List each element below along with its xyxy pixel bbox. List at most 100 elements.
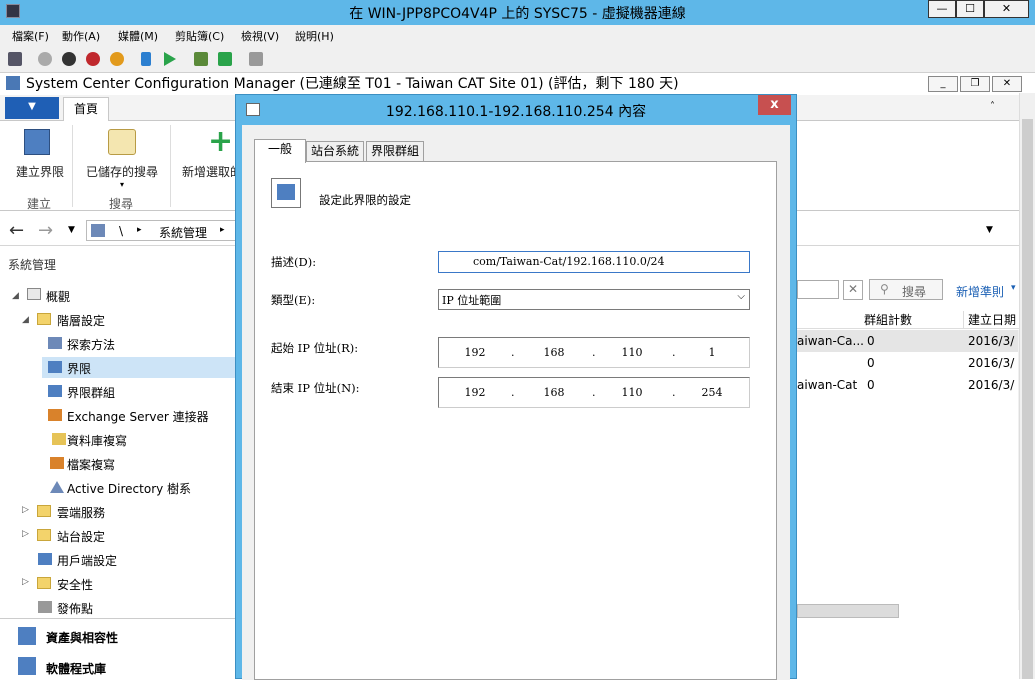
start-ip-octet-3[interactable]: 110 — [612, 346, 652, 359]
maximize-button[interactable]: ☐ — [956, 0, 984, 18]
address-dropdown-icon[interactable]: ▼ — [986, 225, 993, 235]
active-directory-icon — [50, 481, 64, 493]
description-field[interactable]: com/Taiwan-Cat/192.168.110.0/24 — [438, 251, 750, 273]
workspace-assets[interactable]: 資產與相容性 — [46, 629, 118, 646]
tree-item-boundaries[interactable]: 界限 — [67, 360, 91, 377]
end-ip-octet-3[interactable]: 110 — [612, 386, 652, 399]
shutdown-icon[interactable] — [86, 52, 100, 66]
tree-item-cloud[interactable]: 雲端服務 — [57, 504, 105, 521]
app-close-button[interactable]: ✕ — [992, 76, 1022, 92]
create-boundary-button[interactable]: 建立界限 — [8, 125, 68, 185]
folder-icon — [37, 577, 51, 589]
revert-icon[interactable] — [218, 52, 232, 66]
boundary-icon — [271, 178, 301, 208]
tree-item-distribution-points[interactable]: 發佈點 — [57, 600, 93, 617]
start-ip-octet-2[interactable]: 168 — [534, 346, 574, 359]
add-criteria-link[interactable]: 新增準則 — [956, 283, 1004, 300]
saved-searches-label: 已儲存的搜尋 — [86, 165, 159, 179]
column-created-date[interactable]: 建立日期 — [963, 311, 1016, 328]
dialog-close-button[interactable]: x — [758, 95, 791, 115]
breadcrumb-admin[interactable]: 系統管理 — [159, 224, 207, 241]
end-ip-octet-1[interactable]: 192 — [455, 386, 495, 399]
table-row[interactable]: 0 2016/3/ — [797, 352, 1035, 374]
app-minimize-button[interactable]: _ — [928, 76, 958, 92]
tab-site-systems[interactable]: 站台系統 — [306, 141, 364, 162]
add-selected-button[interactable]: + 新增選取的 — [178, 124, 242, 187]
menu-view[interactable]: 檢視(V) — [241, 28, 279, 44]
add-icon: + — [208, 124, 234, 159]
ribbon-separator — [72, 125, 73, 207]
expand-icon[interactable]: ▷ — [22, 529, 29, 539]
enhanced-session-icon[interactable] — [249, 52, 263, 66]
boundary-icon — [48, 361, 62, 373]
history-dropdown-icon[interactable]: ▼ — [68, 225, 75, 235]
group-search-label: 搜尋 — [109, 197, 134, 211]
tree-item-client-settings[interactable]: 用戶端設定 — [57, 552, 117, 569]
add-selected-label: 新增選取的 — [182, 165, 243, 179]
checkpoint-icon[interactable] — [194, 52, 208, 66]
file-menu-button[interactable]: ▼ — [5, 97, 59, 119]
software-library-icon — [18, 657, 36, 675]
app-restore-button[interactable]: ❐ — [960, 76, 990, 92]
cell-date: 2016/3/ — [968, 334, 1015, 348]
collapse-icon[interactable]: ◢ — [22, 315, 29, 325]
ctrl-alt-del-icon[interactable] — [8, 52, 22, 66]
expand-icon[interactable]: ▷ — [22, 505, 29, 515]
tree-item-db-replication[interactable]: 資料庫複寫 — [67, 432, 127, 449]
tree-item-hierarchy[interactable]: 階層設定 — [57, 312, 105, 329]
client-settings-icon — [38, 553, 52, 565]
tree-item-security[interactable]: 安全性 — [57, 576, 93, 593]
clear-search-button[interactable]: ✕ — [843, 280, 863, 300]
menu-action[interactable]: 動作(A) — [62, 28, 100, 44]
menu-help[interactable]: 說明(H) — [295, 28, 334, 44]
minimize-button[interactable]: — — [928, 0, 956, 18]
collapse-ribbon-icon[interactable]: ˄ — [990, 101, 995, 112]
search-button-label: 搜尋 — [902, 285, 927, 299]
workspace-software-library[interactable]: 軟體程式庫 — [46, 660, 106, 677]
tree-item-overview[interactable]: 概觀 — [46, 288, 70, 305]
search-button[interactable]: ⚲ 搜尋 — [869, 279, 943, 300]
resume-icon[interactable] — [164, 52, 176, 66]
tab-home[interactable]: 首頁 — [63, 97, 109, 122]
end-ip-octet-2[interactable]: 168 — [534, 386, 574, 399]
cell-count: 0 — [867, 356, 875, 370]
saved-searches-button[interactable]: 已儲存的搜尋 ▾ — [82, 125, 162, 189]
tab-boundary-groups[interactable]: 界限群組 — [366, 141, 424, 162]
end-ip-octet-4[interactable]: 254 — [692, 386, 732, 399]
close-button[interactable]: ✕ — [984, 0, 1029, 18]
scrollbar-thumb[interactable] — [1022, 119, 1033, 679]
search-input[interactable] — [797, 280, 839, 299]
breadcrumb: \ ▸ 系統管理 ▸ — [86, 220, 236, 241]
menu-file[interactable]: 檔案(F) — [12, 28, 49, 44]
app-icon — [6, 76, 20, 90]
menu-clipboard[interactable]: 剪貼簿(C) — [175, 28, 224, 44]
tree-item-site-config[interactable]: 站台設定 — [57, 528, 105, 545]
cell-count: 0 — [867, 334, 875, 348]
back-arrow-icon[interactable]: ← — [9, 220, 24, 241]
horizontal-scrollbar[interactable] — [797, 604, 899, 618]
start-icon[interactable] — [38, 52, 52, 66]
collapse-icon[interactable]: ◢ — [12, 291, 19, 301]
type-select[interactable]: IP 位址範圍 ⌵ — [438, 289, 750, 310]
start-ip-octet-4[interactable]: 1 — [692, 346, 732, 359]
column-group-count[interactable]: 群組計數 — [864, 311, 912, 328]
tree-item-ad-forests[interactable]: Active Directory 樹系 — [67, 480, 191, 497]
start-ip-octet-1[interactable]: 192 — [455, 346, 495, 359]
save-icon[interactable] — [110, 52, 124, 66]
pause-icon[interactable] — [141, 52, 151, 66]
start-ip-field[interactable]: 192 . 168 . 110 . 1 — [438, 337, 750, 368]
turn-off-icon[interactable] — [62, 52, 76, 66]
expand-icon[interactable]: ▷ — [22, 577, 29, 587]
table-row[interactable]: aiwan-Ca... 0 2016/3/ — [797, 330, 1035, 352]
tree-item-file-replication[interactable]: 檔案複寫 — [67, 456, 115, 473]
tree-item-discovery[interactable]: 探索方法 — [67, 336, 115, 353]
breadcrumb-separator[interactable]: \ — [119, 224, 123, 238]
vm-vertical-scrollbar[interactable] — [1019, 93, 1035, 679]
tab-general[interactable]: 一般 — [254, 139, 306, 163]
tree-item-exchange[interactable]: Exchange Server 連接器 — [67, 408, 209, 425]
tree-item-boundary-groups[interactable]: 界限群組 — [67, 384, 115, 401]
menu-media[interactable]: 媒體(M) — [118, 28, 158, 44]
table-row[interactable]: aiwan-Cat 0 2016/3/ — [797, 374, 1035, 396]
forward-arrow-icon[interactable]: → — [38, 220, 53, 241]
end-ip-field[interactable]: 192 . 168 . 110 . 254 — [438, 377, 750, 408]
